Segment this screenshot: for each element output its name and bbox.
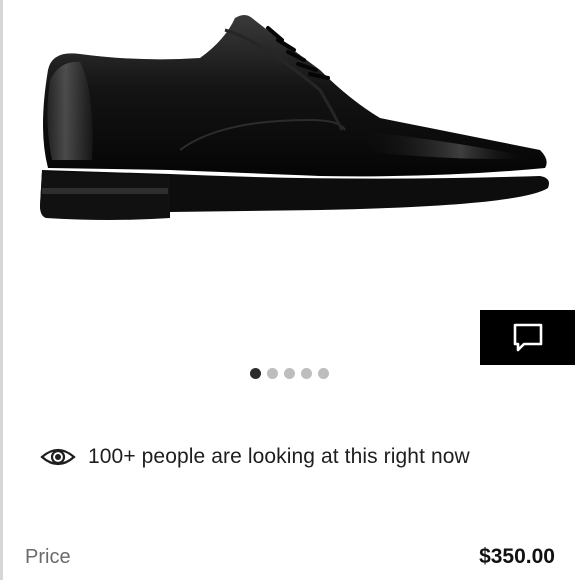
price-label: Price bbox=[25, 545, 71, 568]
carousel-dot[interactable] bbox=[267, 368, 278, 379]
carousel-indicator[interactable] bbox=[250, 368, 329, 380]
product-page: 100+ people are looking at this right no… bbox=[0, 0, 580, 580]
chat-bubble-icon bbox=[513, 323, 542, 351]
social-proof: 100+ people are looking at this right no… bbox=[40, 440, 470, 474]
price-value: $350.00 bbox=[479, 545, 555, 568]
product-gallery[interactable] bbox=[0, 0, 580, 390]
carousel-dot[interactable] bbox=[301, 368, 312, 379]
product-image[interactable] bbox=[20, 10, 560, 230]
eye-icon bbox=[40, 448, 76, 466]
carousel-dot[interactable] bbox=[284, 368, 295, 379]
carousel-dot[interactable] bbox=[318, 368, 329, 379]
price-row: Price $350.00 bbox=[25, 540, 555, 574]
chat-button[interactable] bbox=[480, 310, 575, 365]
social-proof-text: 100+ people are looking at this right no… bbox=[88, 445, 470, 468]
carousel-dot[interactable] bbox=[250, 368, 261, 379]
